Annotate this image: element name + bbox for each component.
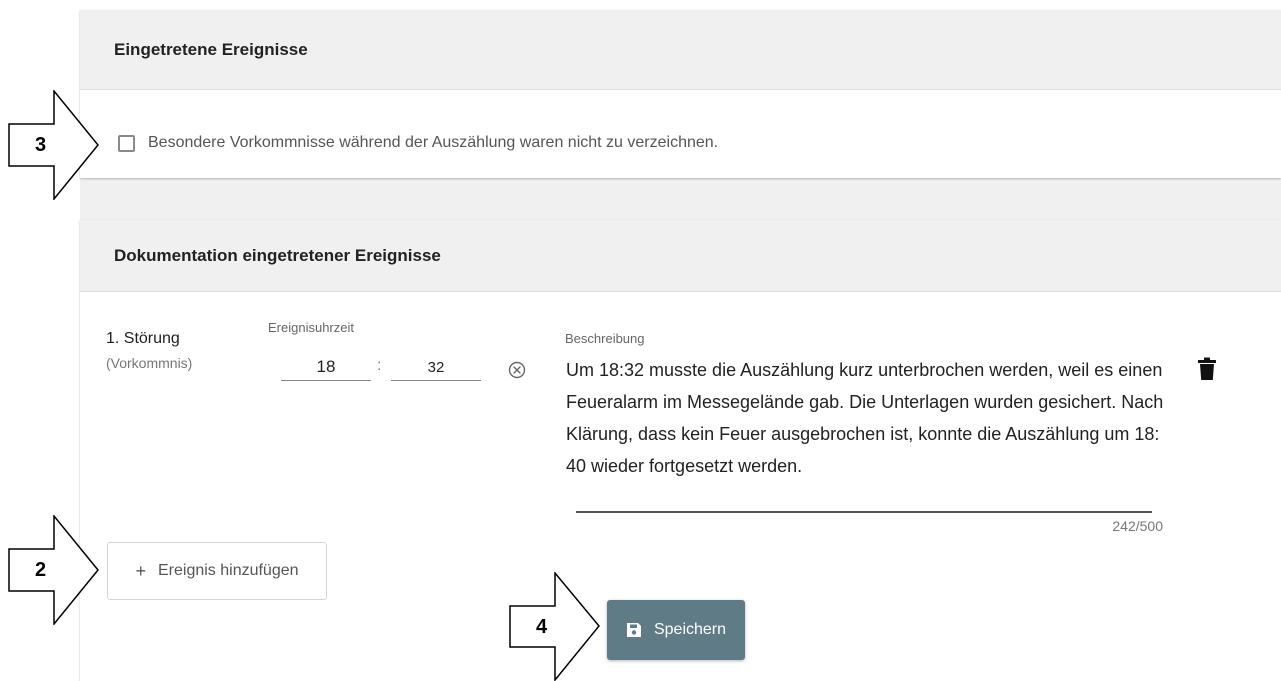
callout-3: 3 bbox=[8, 90, 100, 200]
events-card: Eingetretene Ereignisse Besondere Vorkom… bbox=[80, 10, 1281, 178]
documentation-card-header: Dokumentation eingetretener Ereignisse bbox=[80, 220, 1281, 292]
add-event-button-label: Ereignis hinzufügen bbox=[157, 562, 299, 579]
description-label: Beschreibung bbox=[565, 331, 645, 346]
documentation-card-title: Dokumentation eingetretener Ereignisse bbox=[114, 245, 441, 265]
plus-icon: + bbox=[135, 560, 146, 581]
event-hour-input[interactable] bbox=[281, 354, 371, 381]
save-button-label: Speichern bbox=[653, 621, 727, 638]
event-time-label: Ereignisuhrzeit bbox=[268, 320, 354, 335]
save-button[interactable]: Speichern bbox=[607, 600, 745, 660]
callout-2: 2 bbox=[8, 515, 100, 625]
description-textarea[interactable]: Um 18:32 musste die Auszählung kurz unte… bbox=[566, 354, 1166, 482]
no-incidents-checkbox-label[interactable]: Besondere Vorkommnisse während der Auszä… bbox=[148, 134, 718, 152]
time-separator: : bbox=[377, 357, 382, 374]
event-minute-input[interactable] bbox=[391, 354, 481, 381]
callout-number-3: 3 bbox=[35, 134, 47, 156]
no-incidents-checkbox[interactable] bbox=[118, 134, 135, 152]
add-event-button[interactable]: + Ereignis hinzufügen bbox=[107, 542, 327, 600]
events-card-header: Eingetretene Ereignisse bbox=[80, 10, 1281, 90]
event-kind: (Vorkommnis) bbox=[106, 355, 193, 371]
callout-number-2: 2 bbox=[35, 559, 47, 581]
no-incidents-checkbox-row[interactable]: Besondere Vorkommnisse während der Auszä… bbox=[118, 134, 718, 152]
callout-4: 4 bbox=[509, 572, 601, 681]
character-counter: 242/500 bbox=[1112, 518, 1163, 534]
event-type: 1. Störung bbox=[106, 330, 180, 347]
floppy-disk-icon bbox=[626, 623, 641, 637]
trash-icon[interactable] bbox=[1197, 357, 1217, 381]
events-card-title: Eingetretene Ereignisse bbox=[114, 39, 308, 59]
description-underline bbox=[576, 511, 1152, 513]
clear-time-icon[interactable] bbox=[508, 361, 526, 379]
callout-number-4: 4 bbox=[536, 616, 548, 638]
